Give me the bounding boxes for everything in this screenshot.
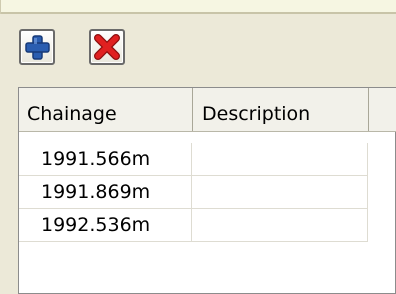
chainage-cell[interactable]: 1991.566m [19, 143, 192, 176]
top-panel [0, 0, 396, 14]
column-header-description[interactable]: Description [193, 88, 369, 131]
table-row[interactable]: 1991.566m [19, 143, 396, 176]
add-button[interactable] [19, 29, 55, 65]
description-cell[interactable] [192, 209, 368, 242]
table-row[interactable]: 1991.869m [19, 176, 396, 209]
top-panel-edge [0, 0, 8, 14]
chainage-cell[interactable]: 1992.536m [19, 209, 192, 242]
grid-header: Chainage Description [19, 88, 396, 132]
chainage-grid: Chainage Description 1991.566m 1991.869m… [18, 87, 396, 294]
plus-icon [25, 35, 50, 60]
table-row[interactable]: 1992.536m [19, 209, 396, 242]
description-cell[interactable] [192, 176, 368, 209]
column-header-chainage[interactable]: Chainage [19, 88, 193, 131]
delete-button[interactable] [89, 29, 125, 65]
red-x-icon [94, 34, 120, 60]
column-header-filler [369, 88, 396, 131]
chainage-cell[interactable]: 1991.869m [19, 176, 192, 209]
description-cell[interactable] [192, 143, 368, 176]
